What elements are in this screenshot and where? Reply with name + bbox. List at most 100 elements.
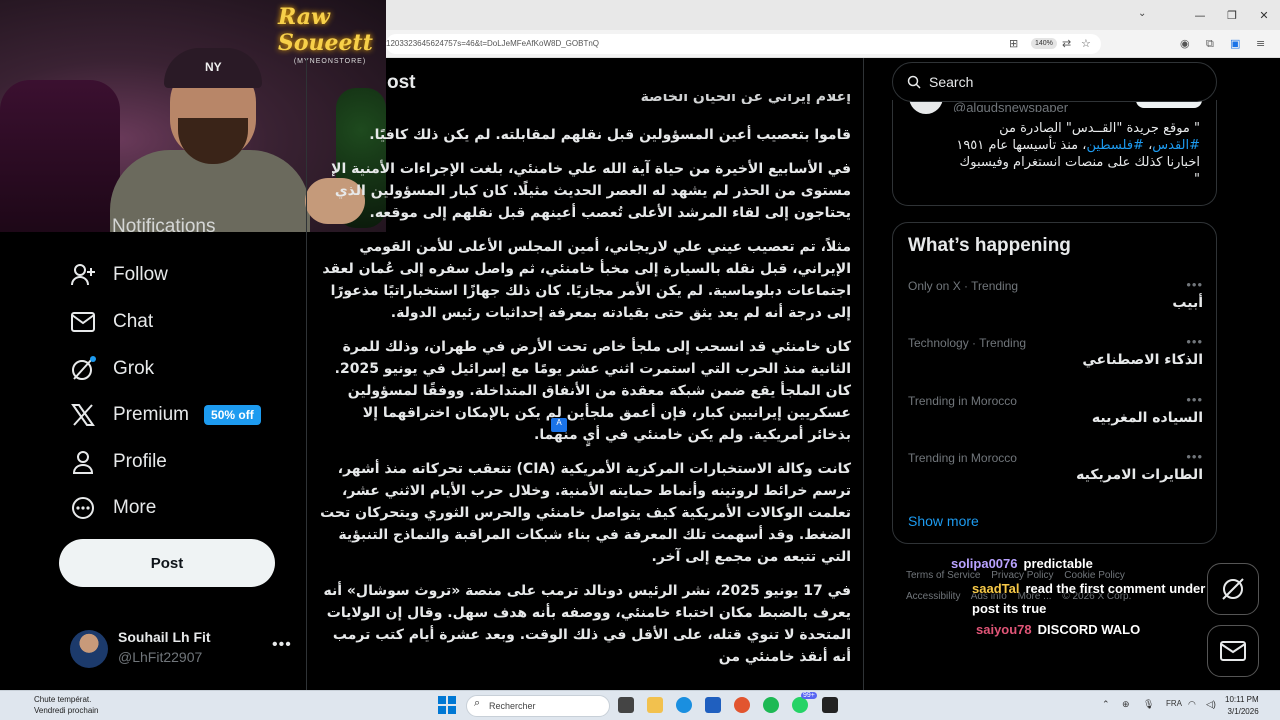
panel-title: What’s happening [908, 235, 1071, 256]
grok-icon [70, 356, 96, 382]
hashtag-link[interactable]: #القدس [1152, 138, 1200, 153]
article-paragraph: كان خامنئي قد انسحب إلى ملجأ خاص تحت الأ… [334, 339, 851, 443]
gaming-chair [0, 80, 120, 232]
language-indicator[interactable]: FRA [1166, 699, 1182, 708]
trend-name: السياده المغربيه [1091, 410, 1203, 426]
trend-more-icon[interactable]: ••• [1186, 334, 1203, 349]
grok-floating-button[interactable] [1207, 563, 1259, 615]
trend-item[interactable]: Trending in Morocco ••• السياده المغربيه [908, 392, 1203, 434]
chat-message: saadTal read the first comment under that… [972, 579, 1237, 619]
nav-item-notifications-partial[interactable]: Notifications [112, 216, 216, 232]
footer-link[interactable]: Terms of Service [906, 570, 980, 581]
trend-meta: Only on X · Trending [908, 279, 1019, 293]
discount-badge: 50% off [204, 405, 261, 425]
profile-icon [70, 449, 96, 475]
translator-extension-icon[interactable]: ▣ [1230, 37, 1240, 50]
main-column: ost إعلام إيراني عن الحيان الخاصة قاموا … [306, 58, 864, 690]
file-explorer-icon[interactable] [647, 697, 663, 713]
footer-link[interactable]: Accessibility [906, 591, 960, 602]
bio-line: " موقع جريدة "القــدس" الصادرة من [999, 121, 1200, 136]
system-clock[interactable]: 10:11 PM 3/1/2026 [1225, 694, 1259, 718]
trend-item[interactable]: Only on X · Trending ••• أبيب [908, 277, 1203, 319]
clock-time: 10:11 PM [1225, 695, 1259, 704]
article-paragraph: كانت وكالة الاستخبارات المركزية الأمريكي… [320, 461, 851, 565]
taskbar-search[interactable]: Rechercher [466, 695, 610, 717]
messages-floating-button[interactable] [1207, 625, 1259, 677]
minimize-icon[interactable]: — [1184, 0, 1216, 30]
search-icon: ⌕ [474, 697, 481, 709]
task-view-icon[interactable] [618, 697, 634, 713]
address-bar[interactable]: 1203323645624757s=46&t=DoLJeMFeAfKoW8D_G… [386, 34, 1101, 54]
trend-item[interactable]: Technology · Trending ••• الذكاء الاصطنا… [908, 334, 1203, 376]
post-button[interactable]: Post [59, 539, 275, 587]
article-paragraph: في 17 يونيو 2025، نشر الرئيس دونالد ترمب… [323, 583, 851, 665]
extensions-icon[interactable]: ⧉ [1206, 37, 1214, 51]
cap-logo: NY [205, 60, 222, 74]
article-paragraph: في الأسابيع الأخيرة من حياة آية الله علي… [331, 161, 851, 221]
trend-more-icon[interactable]: ••• [1186, 392, 1203, 407]
browser-menu-icon[interactable]: ≡ [1256, 37, 1265, 50]
trend-more-icon[interactable]: ••• [1186, 277, 1203, 292]
bookmark-star-icon[interactable]: ☆ [1081, 37, 1091, 50]
network-icon[interactable]: ⊕ [1122, 699, 1130, 710]
bio-line: " [1194, 172, 1200, 187]
weather-line: Vendredi prochain [34, 706, 99, 715]
clock-date: 3/1/2026 [1227, 707, 1259, 716]
nav-item-follow[interactable]: Follow [70, 261, 168, 289]
os-taskbar: Chute températ. Vendredi prochain Recher… [0, 690, 1280, 720]
trend-item[interactable]: Trending in Morocco ••• الطايرات الامريك… [908, 449, 1203, 491]
tab-list-chevron-icon[interactable]: ⌄ [1138, 8, 1146, 19]
firefox-icon[interactable] [734, 697, 750, 713]
search-input[interactable]: Search [892, 62, 1217, 102]
weather-widget[interactable]: Chute températ. Vendredi prochain [34, 694, 99, 716]
inline-translate-icon[interactable]: A [551, 418, 567, 432]
store-icon[interactable] [705, 697, 721, 713]
nav-item-premium[interactable]: Premium 50% off [70, 401, 261, 429]
nav-label: Chat [113, 311, 154, 332]
nav-item-more[interactable]: More [70, 494, 156, 522]
spotify-icon[interactable] [763, 697, 779, 713]
nav-label: Grok [113, 358, 155, 379]
show-more-link[interactable]: Show more [908, 513, 979, 529]
windows-start-icon[interactable] [438, 696, 456, 714]
nav-item-grok[interactable]: Grok [70, 355, 154, 383]
nav-item-profile[interactable]: Profile [70, 448, 167, 476]
hashtag-link[interactable]: #فلسطين [1086, 138, 1144, 153]
trend-name: أبيب [1172, 295, 1203, 311]
tray-chevron-icon[interactable]: ⌃ [1102, 699, 1110, 710]
obs-app-icon[interactable] [822, 697, 838, 713]
whatsapp-icon[interactable] [792, 697, 808, 713]
window-controls: — ❐ ✕ [1184, 0, 1280, 30]
chat-text: predictable [1023, 556, 1093, 571]
close-icon[interactable]: ✕ [1248, 0, 1280, 30]
follow-icon [70, 262, 96, 288]
profile-account-icon[interactable]: ◉ [1180, 37, 1190, 50]
wifi-icon[interactable]: ◠ [1188, 699, 1196, 710]
bio-line: اخبارنا كذلك على منصات انستغرام وفيسبوك [959, 155, 1200, 170]
restore-icon[interactable]: ❐ [1216, 0, 1248, 30]
search-icon [907, 75, 921, 89]
article-paragraph: إعلام إيراني عن الحيان الخاصة [640, 94, 851, 104]
trend-meta: Trending in Morocco [908, 451, 1017, 465]
grok-icon [1222, 578, 1244, 600]
profile-card[interactable]: @alqudsnewspaper " موقع جريدة "القــدس" … [892, 94, 1217, 206]
account-more-icon[interactable]: ••• [272, 636, 292, 654]
nav-label: Profile [113, 451, 167, 472]
account-switcher[interactable]: Souhail Lh Fit @LhFit22907 ••• [70, 628, 292, 668]
search-placeholder: Search [929, 74, 974, 90]
chat-username: saiyou78 [976, 622, 1032, 637]
volume-icon[interactable]: ◁) [1206, 699, 1216, 710]
translate-page-icon[interactable]: ⇄ [1062, 37, 1071, 50]
edge-icon[interactable] [676, 697, 692, 713]
chat-message: solipa0076 predictable [951, 556, 1093, 571]
mail-icon [1220, 641, 1246, 661]
install-app-icon[interactable]: ⊞ [1009, 37, 1018, 50]
page-title: ost [387, 72, 416, 93]
trend-more-icon[interactable]: ••• [1186, 449, 1203, 464]
neon-sign-logo: Raw Soueett (MYNEONSTORE) [278, 4, 382, 65]
nav-item-chat[interactable]: Chat [70, 308, 153, 336]
mic-icon[interactable]: 🎙 [1143, 699, 1154, 710]
zoom-indicator[interactable]: 140% [1031, 38, 1057, 49]
nav-label: More [113, 497, 157, 518]
avatar [70, 630, 108, 668]
